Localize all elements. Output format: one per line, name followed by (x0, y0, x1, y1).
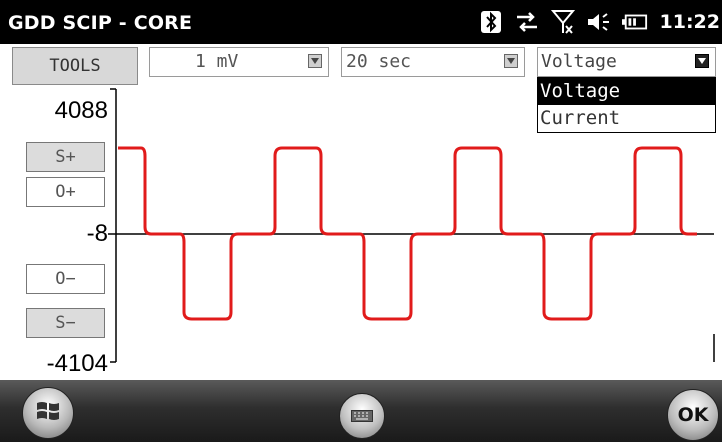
start-button[interactable] (22, 387, 74, 439)
keyboard-button[interactable] (339, 393, 385, 439)
dropdown-option-voltage[interactable]: Voltage (538, 78, 715, 105)
sync-arrows-icon[interactable] (514, 9, 540, 35)
volume-icon[interactable] (586, 9, 612, 35)
battery-icon[interactable] (621, 9, 648, 35)
status-icons: 11:22 (478, 0, 722, 44)
ok-button[interactable]: OK (667, 389, 719, 441)
keyboard-icon (351, 407, 373, 426)
app-title: GDD SCIP - CORE (8, 12, 193, 34)
bluetooth-icon[interactable] (478, 9, 504, 35)
mode-dropdown-list: Voltage Current (537, 77, 716, 133)
signal-off-icon[interactable] (550, 9, 576, 35)
dropdown-option-current[interactable]: Current (538, 105, 715, 132)
oscilloscope-screen: TOOLS 1 mV 20 sec Voltage Voltage Curren… (0, 44, 722, 380)
taskbar: OK (0, 380, 722, 442)
clock[interactable]: 11:22 (660, 11, 720, 33)
title-bar: GDD SCIP - CORE 11:22 (0, 0, 722, 44)
windows-logo-icon (35, 399, 61, 427)
